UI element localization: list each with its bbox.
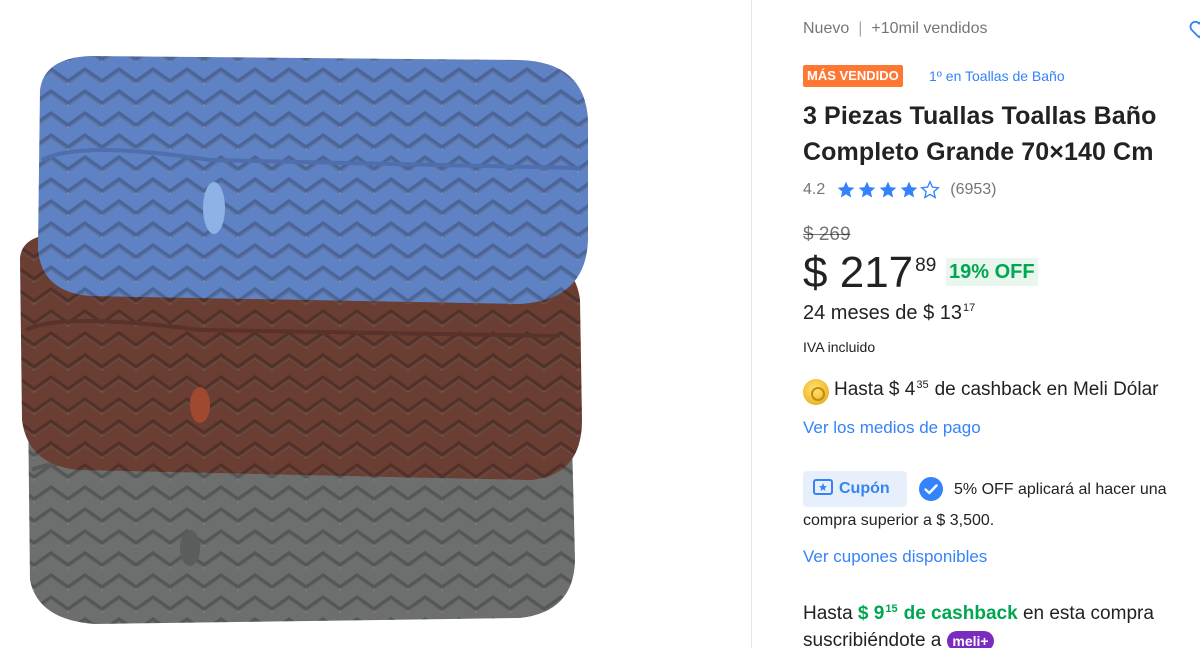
- star-icon: [900, 181, 918, 198]
- price-cents: 89: [915, 255, 937, 276]
- star-icon: [879, 181, 897, 198]
- category-rank-link[interactable]: 1º en Toallas de Baño: [929, 68, 1065, 84]
- heart-icon[interactable]: [1188, 18, 1200, 45]
- coin-icon: [803, 379, 829, 405]
- meli-plus-badge[interactable]: meli+: [947, 631, 994, 648]
- sold-count: +10mil vendidos: [871, 20, 988, 37]
- coupon-description: 5% OFF aplicará al hacer una: [954, 481, 1167, 498]
- star-icon: [858, 181, 876, 198]
- star-outline-icon: [920, 180, 941, 199]
- meli-suffix: en esta compra: [1022, 603, 1154, 624]
- price-integer: 217: [839, 248, 914, 297]
- cashback-amount: Hasta $ 4: [834, 379, 916, 400]
- installments-cents: 17: [963, 302, 976, 314]
- meli-bold: de cashback: [903, 603, 1018, 624]
- meli-prefix: Hasta: [803, 603, 853, 624]
- payment-methods-link[interactable]: Ver los medios de pago: [803, 418, 981, 438]
- product-title: 3 Piezas Tuallas Toallas Baño Completo G…: [803, 102, 1157, 166]
- cashback-info: Hasta $ 4 35 de cashback en Meli Dólar: [803, 379, 1158, 405]
- cashback-cents: 35: [916, 379, 929, 391]
- rating-stars: [836, 180, 941, 200]
- rating-summary[interactable]: 4.2 (6953): [803, 180, 997, 200]
- review-count: (6953): [950, 181, 997, 198]
- original-price: $ 269: [803, 224, 851, 245]
- product-subtitle: Nuevo | +10mil vendidos: [803, 20, 987, 38]
- current-price: $ 217 89: [803, 248, 936, 298]
- coupon-chip[interactable]: Cupón: [803, 471, 907, 507]
- installments: 24 meses de $ 13 17: [803, 302, 975, 325]
- check-circle-icon: [918, 476, 944, 507]
- installments-amount: 24 meses de $ 13: [803, 302, 962, 324]
- coupon-label: Cupón: [839, 480, 890, 497]
- meli-line2: suscribiéndote a: [803, 630, 942, 648]
- product-image[interactable]: [0, 0, 751, 648]
- meli-plus-cashback: Hasta $ 9 15 de cashback en esta compra: [803, 603, 1154, 625]
- blue-towel: [38, 56, 588, 304]
- product-info-panel: Nuevo | +10mil vendidos MÁS VENDIDO 1º en …: [803, 0, 1200, 648]
- rating-value: 4.2: [803, 181, 826, 198]
- towel-stack-image: [20, 56, 588, 624]
- best-seller-badge: MÁS VENDIDO: [803, 65, 903, 87]
- cashback-text: de cashback en Meli Dólar: [934, 379, 1159, 400]
- meli-cents: 15: [885, 603, 898, 615]
- coupons-link[interactable]: Ver cupones disponibles: [803, 547, 987, 567]
- meli-amount: $ 9: [857, 603, 885, 624]
- price-currency: $: [803, 248, 828, 297]
- meli-plus-subscribe: suscribiéndote a meli+: [803, 630, 994, 648]
- ticket-icon: [813, 478, 833, 500]
- discount-badge: 19% OFF: [946, 258, 1038, 286]
- tax-note: IVA incluido: [803, 339, 876, 355]
- coupon-description-line2: compra superior a $ 3,500.: [803, 512, 995, 529]
- condition-label: Nuevo: [803, 20, 850, 37]
- star-icon: [837, 181, 855, 198]
- panel-divider: [751, 0, 752, 648]
- subtitle-separator: |: [858, 20, 863, 37]
